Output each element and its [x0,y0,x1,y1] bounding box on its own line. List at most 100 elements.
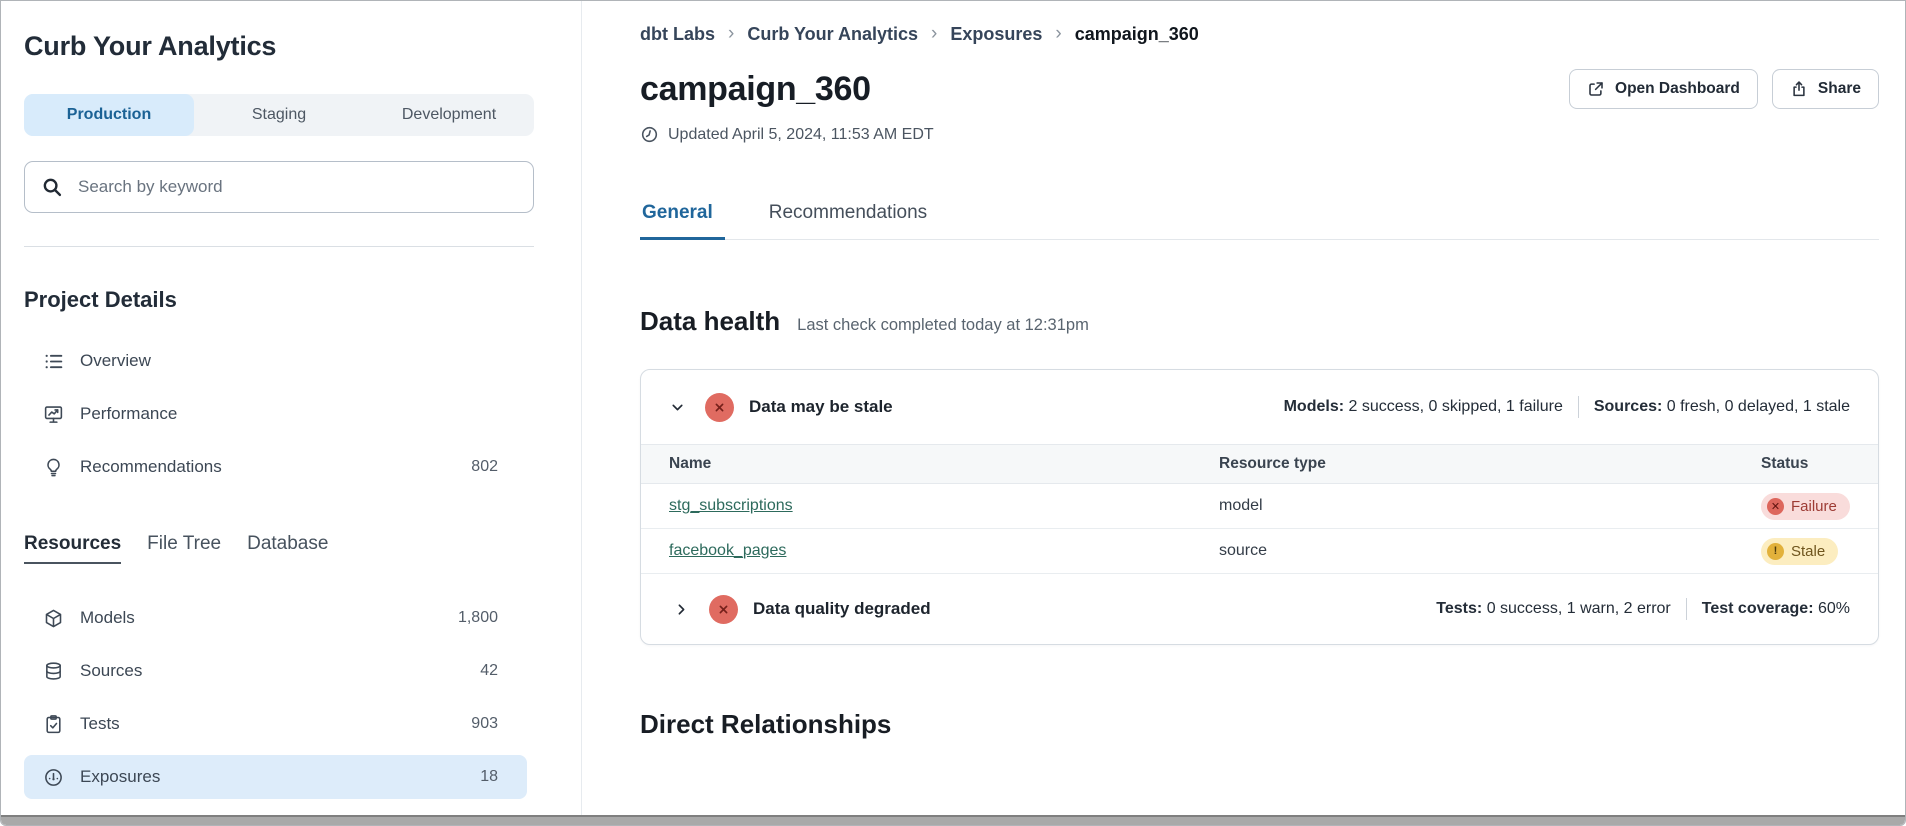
item-count: 18 [480,768,498,786]
sidebar-item-overview[interactable]: Overview [24,339,527,383]
breadcrumb-current: campaign_360 [1075,24,1199,45]
resource-type-cell: source [1219,542,1761,560]
gauge-icon [43,767,65,788]
breadcrumb-exposures[interactable]: Exposures [950,24,1042,45]
search-input[interactable] [76,176,517,198]
last-check-text: Last check completed today at 12:31pm [797,316,1089,335]
share-button[interactable]: Share [1772,69,1879,109]
tests-stat: Tests: 0 success, 1 warn, 2 error [1436,600,1670,618]
warning-circle-icon: ! [1767,543,1784,560]
chevron-right-icon[interactable] [673,601,690,618]
share-label: Share [1818,80,1861,98]
resource-type-cell: model [1219,497,1761,515]
clipboard-check-icon [43,714,65,735]
table-row: stg_subscriptions model ✕ Failure [641,484,1878,529]
data-health-heading: Data health [640,306,780,337]
database-icon [43,661,65,682]
tab-recommendations[interactable]: Recommendations [767,202,939,240]
updated-timestamp: Updated April 5, 2024, 11:53 AM EDT [640,125,1879,144]
stat-divider [1578,396,1579,418]
stat-divider [1686,598,1687,620]
tab-general[interactable]: General [640,202,725,240]
search-box[interactable] [24,161,534,213]
resource-link-facebook-pages[interactable]: facebook_pages [669,542,786,559]
models-stat: Models: 2 success, 0 skipped, 1 failure [1284,398,1563,416]
updated-text: Updated April 5, 2024, 11:53 AM EDT [668,126,934,144]
data-health-section-header: Data health Last check completed today a… [640,306,1879,337]
title-row: campaign_360 Open Dashboard [640,69,1879,109]
sidebar-item-label: Recommendations [80,457,222,477]
sidebar-item-sources[interactable]: Sources 42 [24,649,527,693]
resource-link-stg-subscriptions[interactable]: stg_subscriptions [669,497,793,514]
external-link-icon [1587,80,1605,98]
quality-section-row[interactable]: Data quality degraded Tests: 0 success, … [641,574,1878,644]
sidebar-item-performance[interactable]: Performance [24,392,527,436]
chevron-down-icon[interactable] [669,399,686,416]
col-header-resource-type: Resource type [1219,455,1761,473]
open-dashboard-label: Open Dashboard [1615,80,1740,98]
test-coverage-stat: Test coverage: 60% [1702,600,1850,618]
sidebar-item-label: Performance [80,404,177,424]
horizontal-scrollbar[interactable] [1,815,1905,825]
status-badge-failure: ✕ Failure [1761,493,1850,520]
sources-stat: Sources: 0 fresh, 0 delayed, 1 stale [1594,398,1850,416]
sidebar-item-recommendations[interactable]: Recommendations 802 [24,445,527,489]
item-count: 802 [471,458,498,476]
page-actions: Open Dashboard Share [1569,69,1879,109]
list-icon [43,351,65,372]
stale-section-row[interactable]: Data may be stale Models: 2 success, 0 s… [641,370,1878,444]
breadcrumb-separator: › [1055,23,1061,45]
sidebar-item-models[interactable]: Models 1,800 [24,596,527,640]
cube-icon [43,608,65,629]
sidebar: Curb Your Analytics Production Staging D… [1,1,582,825]
breadcrumb: dbt Labs › Curb Your Analytics › Exposur… [640,23,1879,45]
tab-resources[interactable]: Resources [24,533,121,564]
error-x-circle-icon [709,595,738,624]
sidebar-item-label: Models [80,608,135,628]
sidebar-item-tests[interactable]: Tests 903 [24,702,527,746]
share-icon [1790,80,1808,98]
breadcrumb-dbt-labs[interactable]: dbt Labs [640,24,715,45]
detail-tabs: General Recommendations [640,202,1879,240]
clock-icon [640,125,659,144]
environment-switcher: Production Staging Development [24,94,534,136]
status-badge-stale: ! Stale [1761,538,1838,565]
stale-section-title: Data may be stale [749,397,893,417]
data-health-card: Data may be stale Models: 2 success, 0 s… [640,369,1879,645]
sidebar-item-label: Exposures [80,767,160,787]
sidebar-item-label: Overview [80,351,151,371]
resource-view-tabs: Resources File Tree Database [24,533,534,564]
resources-nav: Models 1,800 Sources 42 [24,596,527,799]
status-label: Failure [1791,498,1837,515]
direct-relationships-heading: Direct Relationships [640,709,1879,740]
env-tab-development[interactable]: Development [364,94,534,136]
tab-file-tree[interactable]: File Tree [147,533,221,564]
sidebar-item-label: Sources [80,661,142,681]
env-tab-production[interactable]: Production [24,94,194,136]
table-row: facebook_pages source ! Stale [641,529,1878,574]
env-tab-staging[interactable]: Staging [194,94,364,136]
breadcrumb-project[interactable]: Curb Your Analytics [747,24,918,45]
item-count: 1,800 [458,609,498,627]
tab-database[interactable]: Database [247,533,328,564]
sidebar-item-exposures[interactable]: Exposures 18 [24,755,527,799]
breadcrumb-separator: › [728,23,734,45]
project-name-title: Curb Your Analytics [24,31,581,62]
stale-section-stats: Models: 2 success, 0 skipped, 1 failure … [1284,396,1850,418]
sidebar-divider [24,246,534,247]
page-title: campaign_360 [640,70,871,109]
status-label: Stale [1791,543,1825,560]
project-details-nav: Overview Performance [24,339,527,489]
open-dashboard-button[interactable]: Open Dashboard [1569,69,1758,109]
main-content: dbt Labs › Curb Your Analytics › Exposur… [582,1,1905,825]
col-header-name: Name [669,455,1219,473]
x-circle-icon: ✕ [1767,498,1784,515]
sidebar-item-label: Tests [80,714,120,734]
app-window: Curb Your Analytics Production Staging D… [0,0,1906,826]
breadcrumb-separator: › [931,23,937,45]
search-icon [41,176,63,198]
lightbulb-icon [43,457,65,478]
quality-section-stats: Tests: 0 success, 1 warn, 2 error Test c… [1436,598,1850,620]
quality-section-title: Data quality degraded [753,599,931,619]
project-details-heading: Project Details [24,287,581,313]
